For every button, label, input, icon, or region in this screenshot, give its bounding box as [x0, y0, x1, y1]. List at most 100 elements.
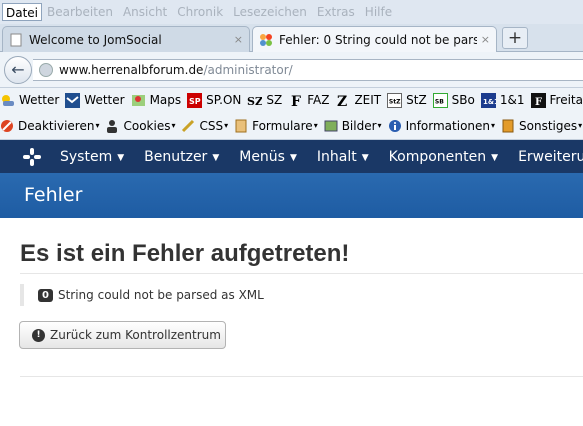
- tab-strip: Welcome to JomSocial × Fehler: 0 String …: [0, 24, 583, 52]
- freitag-icon: F: [530, 92, 546, 108]
- stz-icon: StZ: [387, 92, 403, 108]
- svg-text:1&1: 1&1: [483, 98, 496, 106]
- bookmark-faz[interactable]: F FAZ: [288, 93, 329, 108]
- joomla-icon: [260, 33, 272, 46]
- bookmark-maps[interactable]: Maps: [131, 93, 181, 108]
- chevron-down-icon: ▾: [491, 121, 496, 130]
- error-message: 0 String could not be parsed as XML: [20, 284, 264, 306]
- images-icon: [324, 120, 338, 131]
- svg-text:Z: Z: [337, 94, 347, 108]
- devtool-css[interactable]: CSS ▾: [181, 119, 228, 133]
- main-content: Es ist ein Fehler aufgetreten! 0 String …: [0, 218, 583, 426]
- nav-erweiterungen[interactable]: Erweiterungen: [518, 149, 583, 165]
- page-title: Fehler: [24, 184, 83, 206]
- menu-bar: Datei Bearbeiten Ansicht Chronik Lesezei…: [0, 0, 583, 24]
- chevron-down-icon: ▾: [578, 121, 583, 130]
- error-title: Es ist ein Fehler aufgetreten!: [20, 240, 350, 267]
- devtool-sonstiges[interactable]: Sonstiges ▾: [501, 119, 582, 133]
- misc-icon: [502, 119, 514, 132]
- globe-icon: [39, 63, 53, 77]
- back-to-control-panel-button[interactable]: ! Zurück zum Kontrollzentrum: [19, 321, 226, 349]
- error-code-badge: 0: [38, 288, 53, 302]
- button-label: Zurück zum Kontrollzentrum: [50, 328, 221, 342]
- nav-system[interactable]: System ▼: [60, 149, 124, 165]
- bookmark-wetter-2[interactable]: Wetter: [65, 92, 125, 108]
- weather-icon: [65, 92, 81, 108]
- bookmark-spon[interactable]: SP SP.ON: [187, 92, 241, 108]
- bookmark-wetter-1[interactable]: Wetter: [0, 93, 59, 108]
- new-tab-button[interactable]: +: [502, 27, 528, 49]
- maps-icon: [131, 94, 145, 106]
- menu-hilfe[interactable]: Hilfe: [360, 3, 397, 21]
- chevron-down-icon: ▾: [313, 121, 318, 130]
- tab-error[interactable]: Fehler: 0 String could not be parse... ×: [252, 26, 497, 52]
- devtool-cookies[interactable]: Cookies ▾: [105, 119, 175, 133]
- url-host: www.herrenalbforum.de: [59, 63, 204, 77]
- menu-ansicht[interactable]: Ansicht: [118, 3, 172, 21]
- menu-datei[interactable]: Datei: [2, 3, 43, 21]
- menu-chronik[interactable]: Chronik: [172, 3, 228, 21]
- navigation-bar: ← www.herrenalbforum.de /administrator/: [0, 52, 583, 88]
- browser-window: Datei Bearbeiten Ansicht Chronik Lesezei…: [0, 0, 583, 426]
- bookmark-stz[interactable]: StZ StZ: [387, 92, 427, 108]
- menu-lesezeichen[interactable]: Lesezeichen: [228, 3, 312, 21]
- webdeveloper-toolbar: Deaktivieren ▾ Cookies ▾ CSS ▾ Formulare ▾ B…: [0, 112, 583, 140]
- chevron-down-icon: ▾: [224, 121, 229, 130]
- spiegel-icon: SP: [187, 92, 203, 108]
- close-icon[interactable]: ×: [234, 33, 243, 46]
- chevron-down-icon: ▼: [212, 152, 220, 163]
- devtool-deaktivieren[interactable]: Deaktivieren ▾: [0, 119, 99, 133]
- info-icon: !: [32, 328, 45, 342]
- bookmark-sz[interactable]: SZ SZ: [247, 93, 282, 108]
- nav-inhalt[interactable]: Inhalt ▼: [317, 149, 369, 165]
- sz-icon: SZ: [247, 95, 262, 108]
- url-path: /administrator/: [203, 63, 293, 77]
- svg-text:SZ: SZ: [247, 95, 262, 108]
- joomla-logo-icon[interactable]: [22, 147, 42, 167]
- chevron-down-icon: ▼: [361, 152, 369, 163]
- url-bar[interactable]: www.herrenalbforum.de /administrator/: [33, 59, 583, 81]
- page-header: Fehler: [0, 173, 583, 218]
- svg-text:SP: SP: [189, 97, 201, 106]
- back-button[interactable]: ←: [4, 56, 32, 84]
- tab-label: Welcome to JomSocial: [29, 32, 162, 47]
- chevron-down-icon: ▼: [117, 152, 125, 163]
- devtool-formulare[interactable]: Formulare ▾: [234, 119, 318, 133]
- cookies-icon: [107, 119, 118, 133]
- devtool-informationen[interactable]: Informationen ▾: [388, 119, 495, 133]
- page-icon: [10, 33, 22, 46]
- svg-text:SB: SB: [435, 98, 444, 105]
- devtool-bilder[interactable]: Bilder ▾: [324, 119, 382, 133]
- svg-text:StZ: StZ: [389, 98, 401, 105]
- nav-menues[interactable]: Menüs ▼: [239, 149, 297, 165]
- css-icon: [182, 119, 195, 132]
- tab-jomsocial[interactable]: Welcome to JomSocial ×: [2, 26, 250, 52]
- chevron-down-icon: ▼: [491, 152, 499, 163]
- bookmarks-toolbar: Wetter Wetter Maps SP SP.ON SZ SZ F FAZ Z ZE…: [0, 88, 583, 112]
- bookmark-freitag[interactable]: FFreitag: [530, 92, 583, 108]
- bookmark-zeit[interactable]: Z ZEIT: [335, 93, 381, 108]
- chevron-down-icon: ▾: [171, 121, 176, 130]
- close-icon[interactable]: ×: [481, 33, 490, 46]
- zeit-icon: Z: [337, 94, 347, 108]
- 1und1-icon: 1&1: [480, 92, 496, 108]
- error-text: String could not be parsed as XML: [57, 288, 264, 302]
- svg-text:F: F: [535, 97, 542, 108]
- menu-bearbeiten[interactable]: Bearbeiten: [42, 3, 118, 21]
- admin-nav: System ▼ Benutzer ▼ Menüs ▼ Inhalt ▼ Kompone…: [0, 140, 583, 173]
- menu-extras[interactable]: Extras: [312, 3, 360, 21]
- divider: [20, 376, 583, 377]
- chevron-down-icon: ▾: [95, 121, 100, 130]
- chevron-down-icon: ▾: [377, 121, 382, 130]
- chevron-down-icon: ▼: [289, 152, 297, 163]
- divider: [20, 273, 583, 274]
- disable-icon: [1, 119, 13, 132]
- svg-text:F: F: [291, 94, 301, 108]
- forms-icon: [235, 119, 247, 132]
- bookmark-1und1[interactable]: 1&11&1: [480, 92, 525, 108]
- nav-benutzer[interactable]: Benutzer ▼: [144, 149, 219, 165]
- weather-icon: [2, 94, 14, 106]
- nav-komponenten[interactable]: Komponenten ▼: [389, 149, 498, 165]
- bookmark-sbo[interactable]: SB SBo: [432, 92, 475, 108]
- info-icon: [388, 119, 401, 132]
